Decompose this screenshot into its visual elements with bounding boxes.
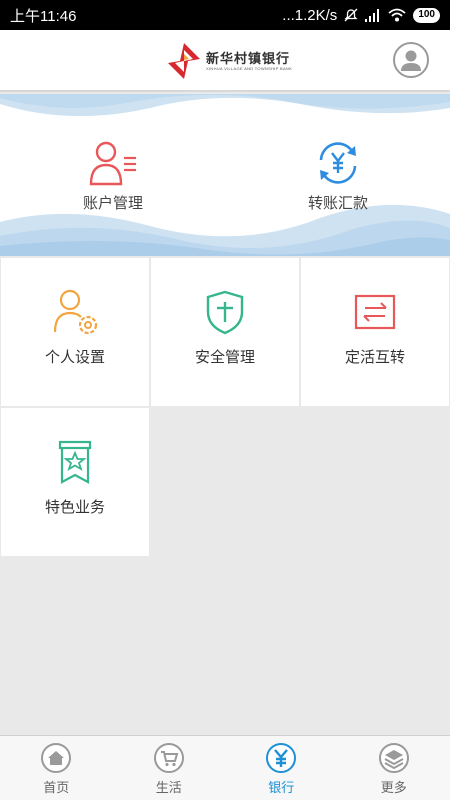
- tab-bank-label: 银行: [268, 780, 295, 795]
- swap-icon: [354, 294, 396, 330]
- personal-settings-tile[interactable]: 个人设置: [1, 258, 149, 406]
- account-management-label: 账户管理: [82, 195, 143, 212]
- tab-home-label: 首页: [43, 780, 70, 795]
- signal-icon: [365, 8, 380, 22]
- status-icons: ...1.2K/s 100: [282, 7, 440, 24]
- special-business-label: 特色业务: [44, 499, 105, 516]
- yuan-transfer-icon: [319, 142, 357, 184]
- tab-life[interactable]: 生活: [113, 736, 226, 800]
- status-time: 上午11:46: [10, 7, 77, 25]
- yuan-icon: [266, 743, 297, 773]
- bottom-tab-bar: 首页 生活 银行 更多: [0, 735, 450, 800]
- mute-icon: [344, 8, 358, 22]
- ribbon-star-icon: [58, 440, 92, 484]
- battery-indicator: 100: [413, 7, 440, 23]
- tab-bank[interactable]: 银行: [225, 736, 338, 800]
- transfer-remittance-label: 转账汇款: [307, 195, 368, 212]
- home-icon: [41, 743, 72, 773]
- security-management-label: 安全管理: [194, 349, 255, 366]
- bank-logo: 新华村镇银行 XINHUA VILLAGE AND TOWNSHIP BANK: [166, 42, 292, 80]
- app-header: 新华村镇银行 XINHUA VILLAGE AND TOWNSHIP BANK: [0, 30, 450, 92]
- personal-settings-label: 个人设置: [44, 349, 105, 366]
- cart-icon: [153, 743, 184, 773]
- layers-icon: [378, 743, 409, 773]
- logo-subtitle: XINHUA VILLAGE AND TOWNSHIP BANK: [206, 65, 293, 71]
- security-management-tile[interactable]: 安全管理: [151, 258, 299, 406]
- special-business-tile[interactable]: 特色业务: [1, 408, 149, 556]
- account-card-icon: [89, 141, 136, 186]
- account-management-button[interactable]: 账户管理: [38, 140, 188, 213]
- feature-banner: 账户管理 转账汇款: [0, 94, 450, 256]
- tab-life-label: 生活: [155, 780, 182, 795]
- logo-title: 新华村镇银行: [206, 50, 291, 66]
- user-settings-icon: [53, 289, 98, 335]
- transfer-remittance-button[interactable]: 转账汇款: [263, 140, 413, 213]
- tab-home[interactable]: 首页: [0, 736, 113, 800]
- tab-more-label: 更多: [380, 780, 407, 795]
- wifi-icon: [388, 8, 406, 22]
- status-bar: 上午11:46 ...1.2K/s 100: [0, 0, 450, 30]
- fixed-current-transfer-tile[interactable]: 定活互转: [301, 258, 449, 406]
- shield-icon: [206, 290, 244, 335]
- fixed-current-transfer-label: 定活互转: [344, 349, 405, 366]
- bank-logo-mark: [168, 43, 200, 79]
- user-avatar-icon: [401, 50, 421, 71]
- profile-avatar-button[interactable]: [393, 42, 429, 78]
- tab-more[interactable]: 更多: [338, 736, 450, 800]
- network-speed: ...1.2K/s: [282, 6, 338, 24]
